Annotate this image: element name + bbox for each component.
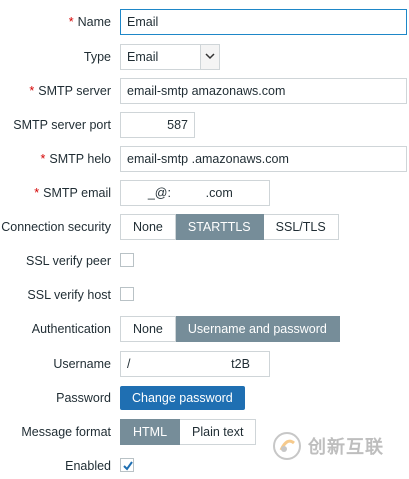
chevron-down-icon <box>200 45 219 69</box>
message-format-label: Message format <box>21 425 111 439</box>
connection-security-ssl-tls[interactable]: SSL/TLS <box>263 214 339 240</box>
authentication-segmented: None Username and password <box>120 316 340 342</box>
required-marker: * <box>40 152 46 166</box>
required-marker: * <box>68 15 74 29</box>
checkmark-icon <box>123 461 133 471</box>
connection-security-segmented: None STARTTLS SSL/TLS <box>120 214 339 240</box>
username-row: Username / t2B <box>0 351 409 377</box>
ssl-verify-host-label: SSL verify host <box>27 288 111 302</box>
username-label: Username <box>53 357 111 371</box>
connection-security-label: Connection security <box>1 220 111 234</box>
smtp-helo-row: * SMTP helo email-smtp .amazonaws.com <box>0 146 409 172</box>
smtp-helo-input[interactable]: email-smtp .amazonaws.com <box>120 146 407 172</box>
watermark-logo-icon <box>273 432 301 460</box>
message-format-html[interactable]: HTML <box>120 419 181 445</box>
smtp-email-label: * SMTP email <box>34 186 111 200</box>
password-control: Change password <box>120 386 245 412</box>
required-marker: * <box>29 84 35 98</box>
type-row: Type Email <box>0 44 409 70</box>
change-password-button[interactable]: Change password <box>120 386 245 410</box>
watermark: 创新互联 <box>272 424 402 468</box>
password-row: Password Change password <box>0 385 409 411</box>
smtp-port-label: SMTP server port <box>13 118 111 132</box>
watermark-text: 创新互联 <box>308 437 384 457</box>
name-row: * Name Email <box>0 9 409 35</box>
enabled-checkbox[interactable] <box>120 458 134 472</box>
name-label: * Name <box>68 15 111 29</box>
authentication-none[interactable]: None <box>120 316 176 342</box>
authentication-username-password[interactable]: Username and password <box>175 316 340 342</box>
message-format-plain-text[interactable]: Plain text <box>180 419 257 445</box>
smtp-server-row: * SMTP server email-smtp amazonaws.com <box>0 78 409 104</box>
ssl-verify-peer-checkbox[interactable] <box>120 253 134 267</box>
enabled-label: Enabled <box>65 459 111 473</box>
type-select[interactable]: Email <box>120 44 220 70</box>
username-input[interactable]: / t2B <box>120 351 270 377</box>
smtp-helo-label: * SMTP helo <box>40 152 111 166</box>
ssl-verify-peer-row: SSL verify peer <box>0 248 409 274</box>
message-format-segmented: HTML Plain text <box>120 419 257 445</box>
smtp-port-row: SMTP server port 587 <box>0 112 409 138</box>
password-label: Password <box>56 391 111 405</box>
smtp-email-input[interactable]: _@: .com <box>120 180 270 206</box>
authentication-row: Authentication None Username and passwor… <box>0 316 409 342</box>
required-marker: * <box>34 186 40 200</box>
type-select-value: Email <box>127 50 159 64</box>
connection-security-none[interactable]: None <box>120 214 176 240</box>
ssl-verify-host-row: SSL verify host <box>0 282 409 308</box>
smtp-email-row: * SMTP email _@: .com <box>0 180 409 206</box>
ssl-verify-host-checkbox[interactable] <box>120 287 134 301</box>
ssl-verify-peer-label: SSL verify peer <box>26 254 111 268</box>
smtp-port-input[interactable]: 587 <box>120 112 195 138</box>
connection-security-row: Connection security None STARTTLS SSL/TL… <box>0 214 409 240</box>
type-label: Type <box>83 50 111 64</box>
authentication-label: Authentication <box>31 322 111 336</box>
connection-security-starttls[interactable]: STARTTLS <box>175 214 264 240</box>
name-input[interactable]: Email <box>120 9 407 35</box>
smtp-server-input[interactable]: email-smtp amazonaws.com <box>120 78 407 104</box>
smtp-server-label: * SMTP server <box>29 84 111 98</box>
